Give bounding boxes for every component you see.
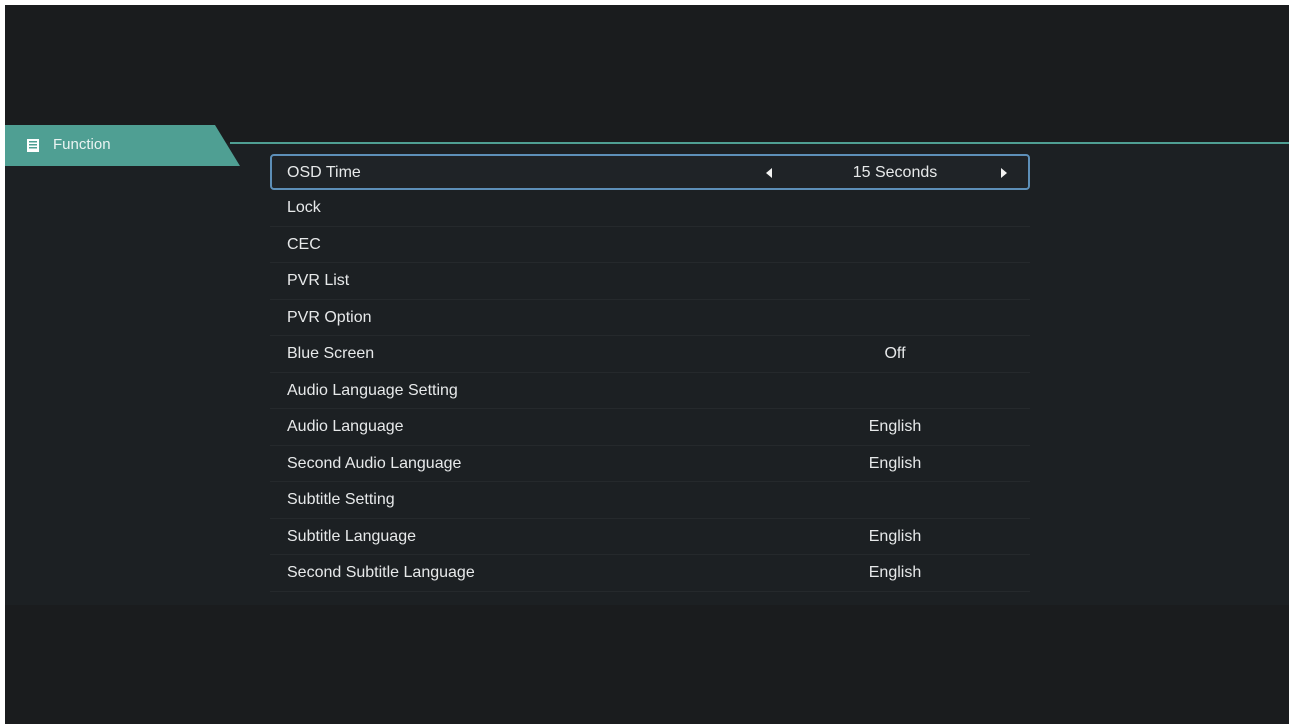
menu-item-label: Second Subtitle Language — [287, 564, 475, 581]
tab-function[interactable]: Function — [5, 125, 240, 166]
menu-item-value: Off — [884, 345, 906, 362]
menu-item-blue-screen[interactable]: Blue Screen Off — [270, 336, 1030, 373]
menu-item-pvr-option[interactable]: PVR Option — [270, 300, 1030, 336]
menu-item-second-audio-language[interactable]: Second Audio Language English — [270, 446, 1030, 482]
menu-item-label: Subtitle Language — [287, 527, 416, 545]
menu-item-audio-language-setting[interactable]: Audio Language Setting — [270, 373, 1030, 409]
menu-item-value: 15 Seconds — [852, 164, 938, 181]
menu-item-lock[interactable]: Lock — [270, 190, 1030, 227]
menu-item-subtitle-setting[interactable]: Subtitle Setting — [270, 482, 1030, 519]
menu-item-value: English — [868, 454, 922, 472]
menu-item-value: English — [868, 527, 922, 545]
menu-item-osd-time[interactable]: OSD Time 15 Seconds — [270, 154, 1030, 190]
document-list-icon — [27, 139, 39, 152]
arrow-right-icon[interactable] — [1001, 168, 1007, 178]
tv-settings-screen: Function OSD Time 15 Seconds Lock CEC PV… — [5, 5, 1289, 724]
menu-item-label: Second Audio Language — [287, 454, 462, 472]
header-divider — [230, 142, 1289, 144]
menu-item-value: English — [868, 418, 922, 435]
menu-item-value: English — [868, 564, 922, 581]
menu-item-label: Subtitle Setting — [287, 491, 395, 508]
menu-item-audio-language[interactable]: Audio Language English — [270, 409, 1030, 446]
menu-item-label: Lock — [287, 199, 321, 216]
tab-function-label: Function — [53, 136, 111, 153]
bottom-area — [5, 605, 1289, 724]
menu-item-label: Blue Screen — [287, 345, 375, 362]
menu-item-pvr-list[interactable]: PVR List — [270, 263, 1030, 300]
top-area — [5, 5, 1289, 143]
menu-item-label: OSD Time — [287, 164, 361, 181]
function-menu: OSD Time 15 Seconds Lock CEC PVR List PV… — [270, 154, 1030, 592]
menu-item-label: PVR List — [287, 272, 350, 289]
menu-item-label: PVR Option — [287, 308, 372, 326]
menu-item-second-subtitle-language[interactable]: Second Subtitle Language English — [270, 555, 1030, 592]
menu-item-label: Audio Language Setting — [287, 381, 458, 399]
arrow-left-icon[interactable] — [766, 168, 772, 178]
menu-item-subtitle-language[interactable]: Subtitle Language English — [270, 519, 1030, 555]
menu-item-label: Audio Language — [287, 418, 404, 435]
menu-item-label: CEC — [287, 235, 321, 253]
menu-item-cec[interactable]: CEC — [270, 227, 1030, 263]
